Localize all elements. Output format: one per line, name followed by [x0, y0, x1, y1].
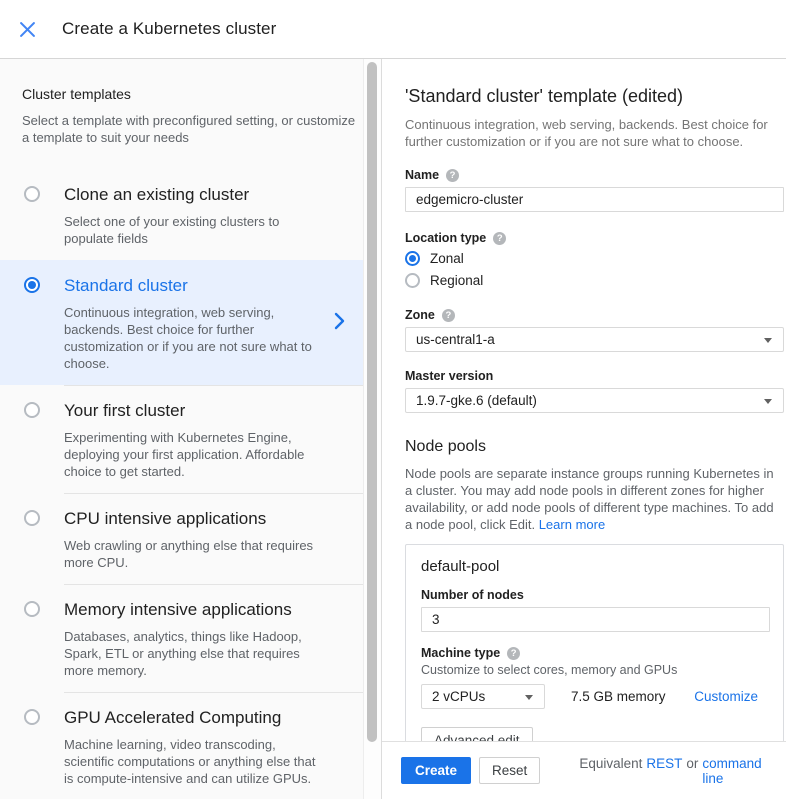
dialog-header: Create a Kubernetes cluster — [0, 0, 786, 59]
template-item-description: Machine learning, video transcoding, sci… — [64, 736, 326, 787]
template-form-panel: 'Standard cluster' template (edited) Con… — [381, 59, 786, 799]
close-icon[interactable] — [17, 19, 37, 39]
template-item-title: CPU intensive applications — [64, 508, 381, 529]
zone-select-value: us-central1-a — [416, 332, 495, 347]
radio-unselected-icon[interactable] — [405, 273, 420, 288]
template-item-description: Experimenting with Kubernetes Engine, de… — [64, 429, 326, 480]
name-label: Name — [405, 168, 439, 182]
template-item-your-first-cluster[interactable]: Your first cluster Experimenting with Ku… — [0, 385, 381, 493]
page-title: Create a Kubernetes cluster — [62, 19, 276, 39]
help-icon[interactable] — [493, 232, 506, 245]
template-item-title: Memory intensive applications — [64, 599, 381, 620]
template-item-memory-intensive[interactable]: Memory intensive applications Databases,… — [0, 584, 381, 692]
machine-type-select-value: 2 vCPUs — [432, 689, 485, 704]
master-version-select[interactable]: 1.9.7-gke.6 (default) — [405, 388, 784, 413]
radio-unselected-icon[interactable] — [24, 601, 40, 617]
command-line-link[interactable]: command line — [702, 756, 786, 786]
default-pool-card: default-pool Number of nodes Machine typ… — [405, 544, 784, 741]
sidebar-description: Select a template with preconfigured set… — [22, 112, 360, 146]
rest-link[interactable]: REST — [646, 756, 682, 786]
number-of-nodes-input[interactable] — [421, 607, 770, 632]
location-type-zonal-radio[interactable]: Zonal — [405, 250, 784, 267]
master-version-select-value: 1.9.7-gke.6 (default) — [416, 393, 537, 408]
customize-link[interactable]: Customize — [694, 689, 758, 704]
radio-unselected-icon[interactable] — [24, 709, 40, 725]
machine-type-hint: Customize to select cores, memory and GP… — [421, 663, 770, 677]
chevron-right-icon — [334, 312, 345, 335]
zone-label: Zone — [405, 308, 435, 322]
reset-button[interactable]: Reset — [479, 757, 540, 784]
template-item-description: Continuous integration, web serving, bac… — [64, 304, 316, 372]
memory-value: 7.5 GB memory — [571, 689, 666, 704]
location-type-label: Location type — [405, 231, 486, 245]
node-pools-heading: Node pools — [405, 438, 784, 456]
template-item-title: GPU Accelerated Computing — [64, 707, 381, 728]
template-item-gpu-accelerated[interactable]: GPU Accelerated Computing Machine learni… — [0, 692, 381, 799]
learn-more-link[interactable]: Learn more — [539, 517, 605, 532]
template-item-standard-cluster[interactable]: Standard cluster Continuous integration,… — [0, 260, 381, 385]
machine-type-label: Machine type — [421, 646, 500, 660]
help-icon[interactable] — [442, 309, 455, 322]
radio-label: Regional — [430, 273, 483, 288]
template-item-title: Clone an existing cluster — [64, 184, 381, 205]
template-item-description: Select one of your existing clusters to … — [64, 213, 326, 247]
sidebar-scrollbar[interactable] — [363, 59, 381, 799]
template-item-description: Databases, analytics, things like Hadoop… — [64, 628, 326, 679]
form-subtitle: Continuous integration, web serving, bac… — [405, 116, 783, 150]
location-type-regional-radio[interactable]: Regional — [405, 272, 784, 289]
equivalent-text: Equivalent — [579, 756, 642, 786]
template-item-title: Your first cluster — [64, 400, 381, 421]
create-kubernetes-cluster-dialog: Create a Kubernetes cluster Cluster temp… — [0, 0, 786, 799]
radio-unselected-icon[interactable] — [24, 186, 40, 202]
or-text: or — [686, 756, 698, 786]
template-item-cpu-intensive[interactable]: CPU intensive applications Web crawling … — [0, 493, 381, 584]
sidebar-scrollbar-thumb[interactable] — [367, 62, 377, 742]
cluster-templates-sidebar: Cluster templates Select a template with… — [0, 59, 381, 799]
form-footer: Create Reset Equivalent REST or command … — [382, 741, 786, 799]
form-title: 'Standard cluster' template (edited) — [405, 86, 784, 107]
master-version-label: Master version — [405, 369, 493, 383]
advanced-edit-button[interactable]: Advanced edit — [421, 727, 533, 741]
radio-unselected-icon[interactable] — [24, 402, 40, 418]
create-button[interactable]: Create — [401, 757, 471, 784]
machine-type-select[interactable]: 2 vCPUs — [421, 684, 545, 709]
template-item-description: Web crawling or anything else that requi… — [64, 537, 326, 571]
cluster-name-input[interactable] — [405, 187, 784, 212]
template-list: Clone an existing cluster Select one of … — [0, 169, 381, 799]
radio-unselected-icon[interactable] — [24, 510, 40, 526]
zone-select[interactable]: us-central1-a — [405, 327, 784, 352]
template-item-title: Standard cluster — [64, 275, 381, 296]
sidebar-heading: Cluster templates — [22, 86, 363, 102]
help-icon[interactable] — [446, 169, 459, 182]
radio-selected-icon[interactable] — [24, 277, 40, 293]
template-item-clone-existing[interactable]: Clone an existing cluster Select one of … — [0, 169, 381, 260]
pool-name: default-pool — [421, 558, 770, 575]
equivalent-links: Equivalent REST or command line — [579, 756, 786, 786]
radio-label: Zonal — [430, 251, 464, 266]
radio-selected-icon[interactable] — [405, 251, 420, 266]
node-pools-description: Node pools are separate instance groups … — [405, 465, 784, 533]
help-icon[interactable] — [507, 647, 520, 660]
number-of-nodes-label: Number of nodes — [421, 588, 524, 602]
